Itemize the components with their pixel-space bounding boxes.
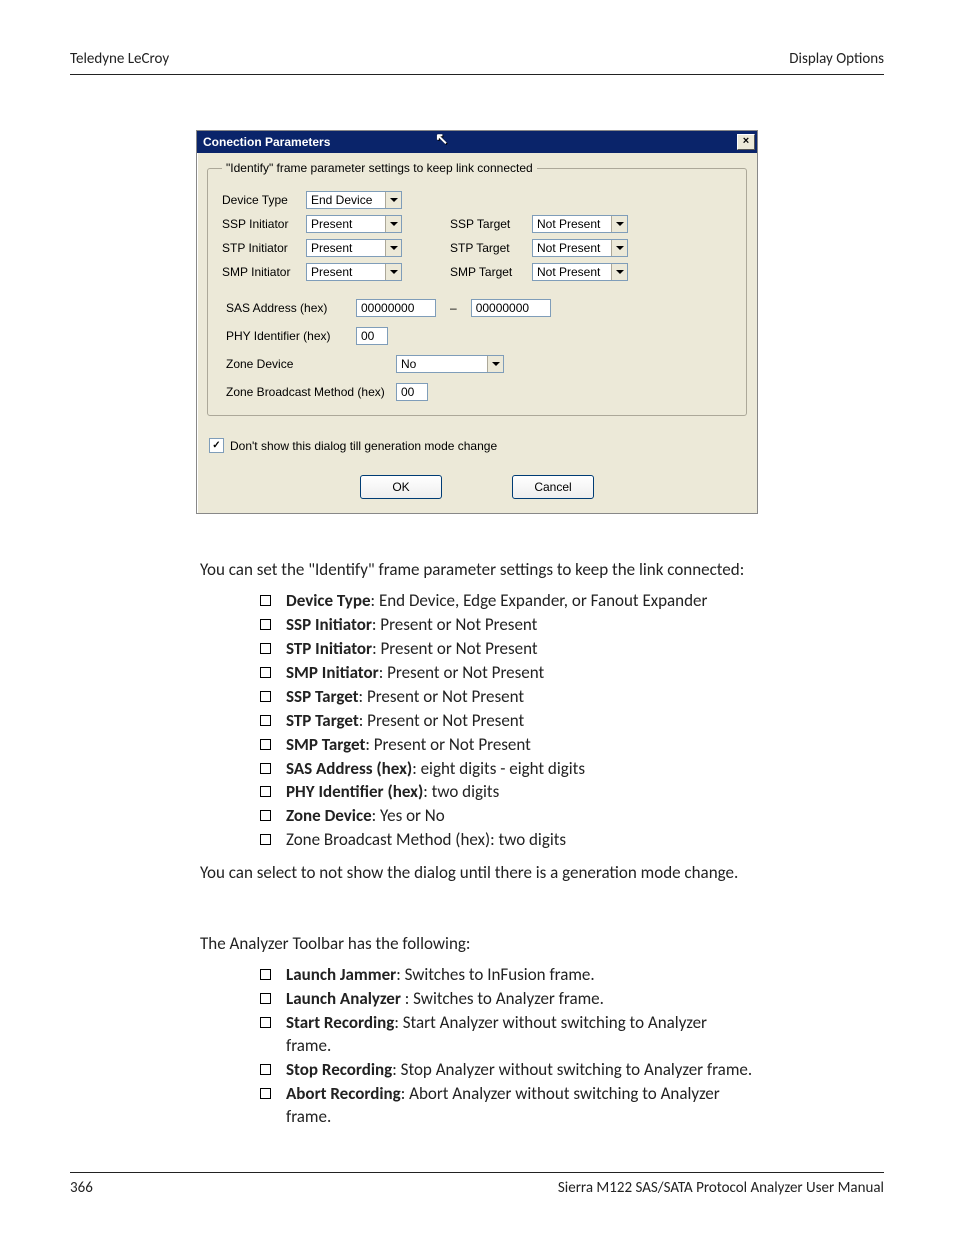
cancel-button[interactable]: Cancel [512,475,594,499]
chevron-down-icon [487,356,503,372]
list-item: STP Initiator: Present or Not Present [260,638,754,661]
zone-broadcast-input[interactable] [396,383,428,401]
smp-target-select[interactable]: Not Present [532,263,628,281]
manual-title: Sierra M122 SAS/SATA Protocol Analyzer U… [558,1179,884,1197]
stp-initiator-select[interactable]: Present [306,239,402,257]
list-item-bold: STP Target [286,710,359,731]
phy-identifier-label: PHY Identifier (hex) [226,329,346,343]
chevron-down-icon [611,240,627,256]
list-item-text: Zone Broadcast Method (hex): two digits [286,829,566,850]
list-item-bold: Device Type [286,590,371,611]
sas-address-input-1[interactable] [356,299,436,317]
list-item-bold: Start Recording [286,1012,394,1033]
list-item-text: : Yes or No [372,805,445,826]
device-type-label: Device Type [222,193,296,207]
list-item: SSP Initiator: Present or Not Present [260,614,754,637]
list-item-bold: SAS Address (hex) [286,758,412,779]
ok-button[interactable]: OK [360,475,442,499]
list-item-text: : Present or Not Present [372,638,537,659]
list-item-bold: Stop Recording [286,1059,392,1080]
list-item-text: : Present or Not Present [372,614,537,635]
zone-device-select[interactable]: No [396,355,504,373]
list-item-bold: Zone Device [286,805,372,826]
sas-address-input-2[interactable] [471,299,551,317]
paragraph: You can set the "Identify" frame paramet… [200,559,754,582]
list-item-text: : Stop Analyzer without switching to Ana… [392,1059,752,1080]
paragraph: You can select to not show the dialog un… [200,862,754,885]
list-item-text: : Switches to Analyzer frame. [405,988,604,1009]
list-item: Device Type: End Device, Edge Expander, … [260,590,754,613]
list-item-text: : Present or Not Present [365,734,530,755]
list-item: PHY Identifier (hex): two digits [260,781,754,804]
list-item-bold: SMP Target [286,734,365,755]
cursor-icon: ↖ [435,129,448,149]
list-item-text: : Switches to InFusion frame. [396,964,595,985]
list-item: SSP Target: Present or Not Present [260,686,754,709]
list-item-bold: SSP Initiator [286,614,372,635]
list-item: Zone Broadcast Method (hex): two digits [260,829,754,852]
chevron-down-icon [385,264,401,280]
dialog-title: Conection Parameters [203,135,330,149]
connection-parameters-dialog: Conection Parameters ↖ × "Identify" fram… [196,130,758,514]
identify-frame-group: "Identify" frame parameter settings to k… [207,161,747,416]
list-item-bold: Abort Recording [286,1083,401,1104]
list-item: Launch Jammer: Switches to InFusion fram… [260,964,754,987]
list-item-bold: Launch Jammer [286,964,396,985]
list-item-text: : End Device, Edge Expander, or Fanout E… [371,590,708,611]
header-right: Display Options [789,50,884,68]
identify-list: Device Type: End Device, Edge Expander, … [260,590,754,852]
zone-device-label: Zone Device [226,357,386,371]
dont-show-label: Don't show this dialog till generation m… [230,439,497,453]
list-item-text: : Present or Not Present [379,662,544,683]
list-item: SMP Initiator: Present or Not Present [260,662,754,685]
list-item-bold: SSP Target [286,686,359,707]
dash: – [446,301,461,315]
group-legend: "Identify" frame parameter settings to k… [222,161,537,175]
ssp-target-label: SSP Target [450,217,522,231]
ssp-initiator-select[interactable]: Present [306,215,402,233]
list-item-text: : two digits [423,781,499,802]
list-item: Stop Recording: Stop Analyzer without sw… [260,1059,754,1082]
list-item: SMP Target: Present or Not Present [260,734,754,757]
page-number: 366 [70,1179,93,1197]
dont-show-checkbox[interactable]: ✓ [209,438,224,453]
device-type-select[interactable]: End Device [306,191,402,209]
list-item: Abort Recording: Abort Analyzer without … [260,1083,754,1129]
sas-address-label: SAS Address (hex) [226,301,346,315]
phy-identifier-input[interactable] [356,327,388,345]
footer-rule [70,1172,884,1173]
smp-target-label: SMP Target [450,265,522,279]
list-item-bold: PHY Identifier (hex) [286,781,423,802]
list-item-bold: Launch Analyzer [286,988,405,1009]
list-item: STP Target: Present or Not Present [260,710,754,733]
header-left: Teledyne LeCroy [70,50,169,68]
chevron-down-icon [385,240,401,256]
zone-broadcast-label: Zone Broadcast Method (hex) [226,385,386,399]
stp-target-label: STP Target [450,241,522,255]
dialog-titlebar[interactable]: Conection Parameters ↖ × [197,131,757,153]
chevron-down-icon [385,216,401,232]
list-item: Start Recording: Start Analyzer without … [260,1012,754,1058]
stp-initiator-label: STP Initiator [222,241,296,255]
smp-initiator-label: SMP Initiator [222,265,296,279]
list-item: Zone Device: Yes or No [260,805,754,828]
list-item-bold: STP Initiator [286,638,372,659]
header-rule [70,74,884,75]
ssp-target-select[interactable]: Not Present [532,215,628,233]
list-item-bold: SMP Initiator [286,662,379,683]
list-item-text: : Present or Not Present [359,710,524,731]
list-item-text: : eight digits - eight digits [412,758,585,779]
list-item-text: : Present or Not Present [359,686,524,707]
chevron-down-icon [611,216,627,232]
stp-target-select[interactable]: Not Present [532,239,628,257]
list-item: SAS Address (hex): eight digits - eight … [260,758,754,781]
toolbar-list: Launch Jammer: Switches to InFusion fram… [260,964,754,1129]
chevron-down-icon [385,192,401,208]
smp-initiator-select[interactable]: Present [306,263,402,281]
list-item: Launch Analyzer : Switches to Analyzer f… [260,988,754,1011]
paragraph: The Analyzer Toolbar has the following: [200,933,754,956]
chevron-down-icon [611,264,627,280]
close-icon[interactable]: × [737,134,755,150]
ssp-initiator-label: SSP Initiator [222,217,296,231]
